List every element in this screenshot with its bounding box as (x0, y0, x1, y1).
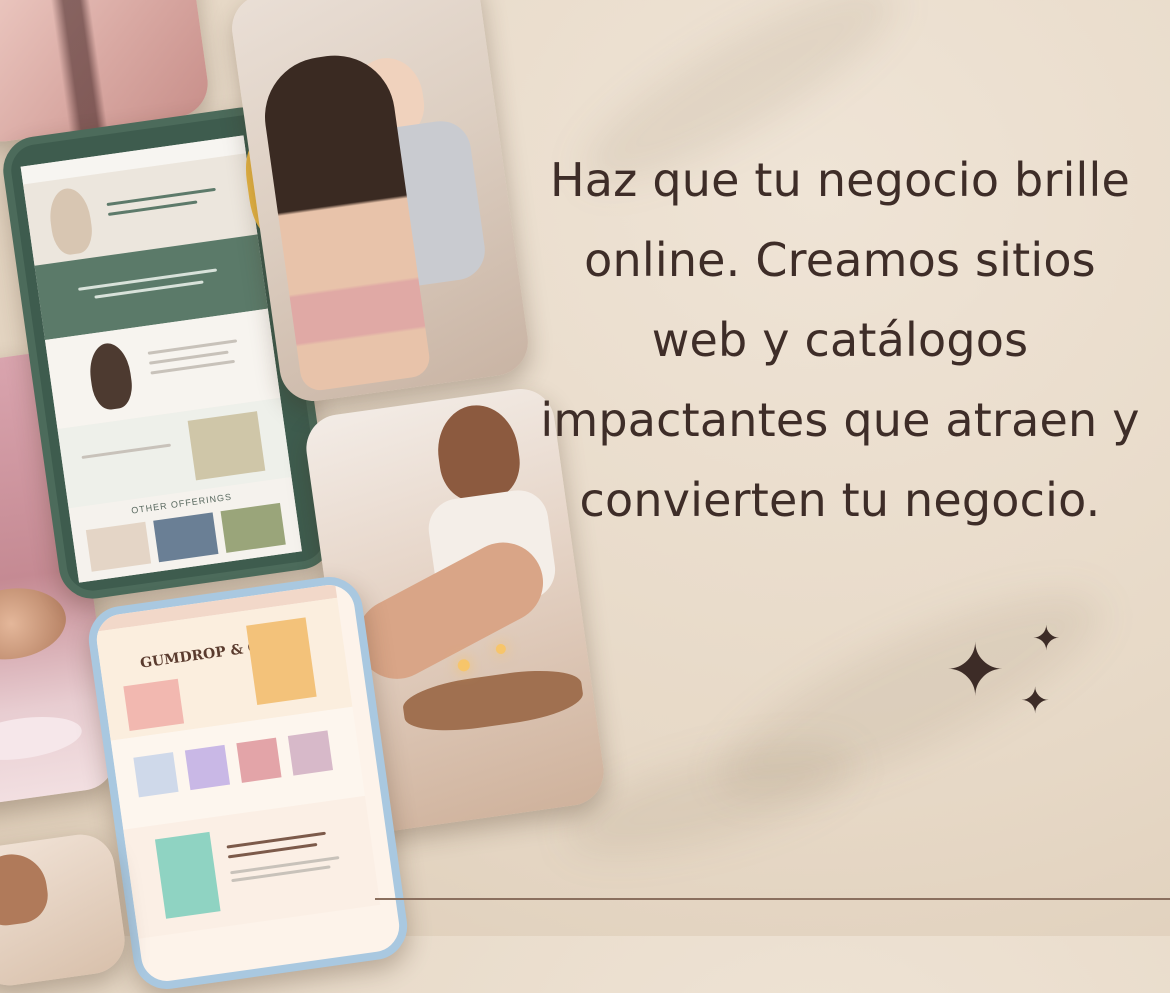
bowl-image (0, 581, 71, 667)
offering-photo (153, 512, 219, 563)
product-photo (184, 744, 231, 791)
candle-light (457, 658, 471, 673)
divider-line (375, 898, 1170, 900)
photo-card-bottom-left (0, 830, 130, 990)
offering-photo (85, 521, 152, 572)
sparkle-icon-small-top: ✦ (1032, 620, 1061, 658)
background-shadow (554, 722, 866, 878)
sparkle-icon-large: ✦ (945, 631, 1006, 711)
about-photo (86, 340, 136, 412)
candle-light (495, 643, 507, 655)
headline-text: Haz que tu negocio brille online. Creamo… (540, 153, 1140, 527)
feature-photo (154, 831, 221, 919)
website-mockup-blue: GUMDROP & CO. (84, 572, 412, 993)
hero-photo (123, 678, 185, 731)
field-photo (187, 411, 266, 481)
product-photo (236, 737, 282, 783)
sparkle-icon-small-bottom: ✦ (1020, 680, 1051, 721)
flower-image (0, 710, 85, 767)
person-face (0, 849, 52, 929)
product-photo (133, 752, 179, 798)
tray (400, 663, 586, 738)
offering-photo (220, 502, 286, 553)
hero-photo (246, 617, 317, 705)
product-photo (287, 730, 334, 776)
hero-photo (46, 185, 96, 257)
person-face (432, 400, 525, 506)
